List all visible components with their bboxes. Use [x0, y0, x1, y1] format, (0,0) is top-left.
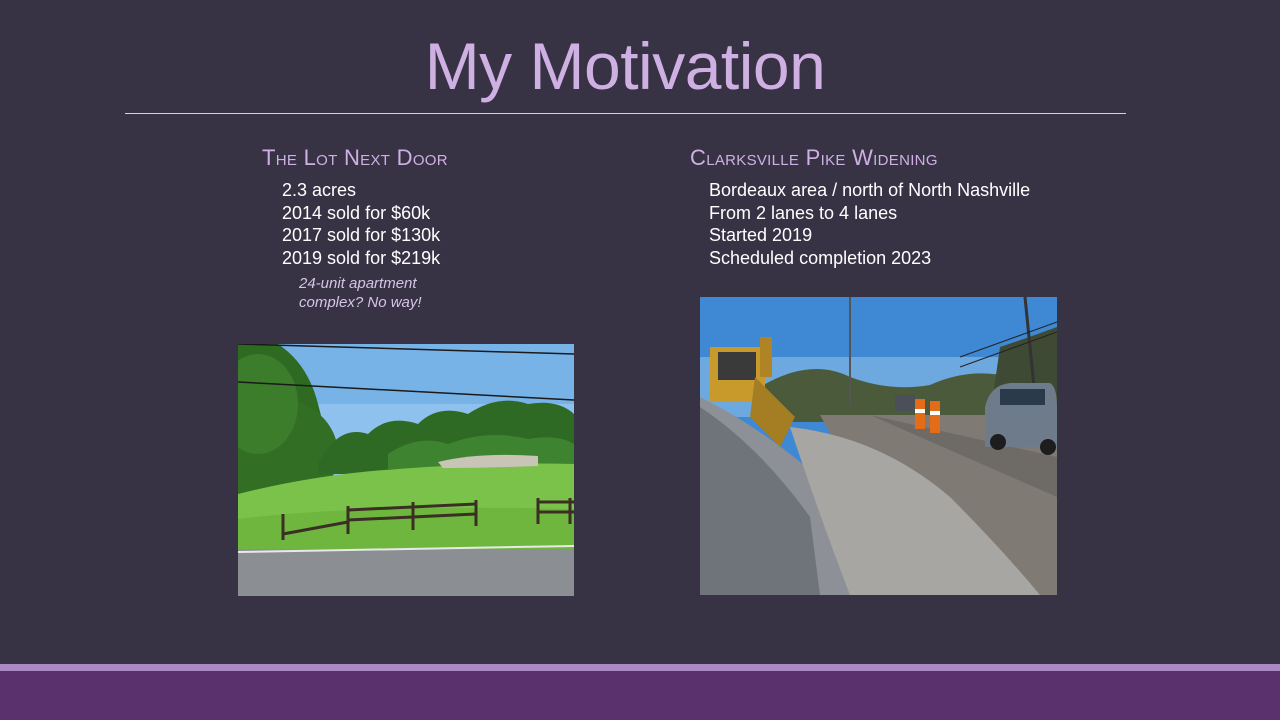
right-bullet: Scheduled completion 2023 — [709, 247, 932, 268]
footer-band — [0, 671, 1280, 720]
road-widening-photo — [700, 297, 1057, 595]
bottom-accent-bar — [0, 664, 1280, 671]
left-bullet: 2017 sold for $130k — [282, 225, 441, 245]
right-bullet: From 2 lanes to 4 lanes — [709, 202, 898, 223]
left-note: 24-unit apartment complex? No way! — [299, 274, 422, 312]
left-bullet: 2014 sold for $60k — [282, 202, 431, 223]
right-bullet: Bordeaux area / north of North Nashville — [709, 180, 1031, 200]
left-bullet-list: 2.3 acres 2014 sold for $60k 2017 sold f… — [282, 179, 440, 269]
left-heading: The Lot Next Door — [262, 145, 448, 170]
slide-title: My Motivation — [424, 29, 826, 103]
left-note-line: complex? No way! — [299, 294, 422, 311]
left-bullet: 2.3 acres — [282, 180, 357, 200]
lot-photo — [238, 344, 574, 596]
title-divider — [125, 113, 1126, 114]
right-bullet: Started 2019 — [709, 225, 813, 245]
left-bullet: 2019 sold for $219k — [282, 247, 441, 268]
left-note-line: 24-unit apartment — [299, 275, 417, 292]
right-heading: Clarksville Pike Widening — [690, 145, 938, 170]
right-bullet-list: Bordeaux area / north of North Nashville… — [709, 179, 1030, 269]
